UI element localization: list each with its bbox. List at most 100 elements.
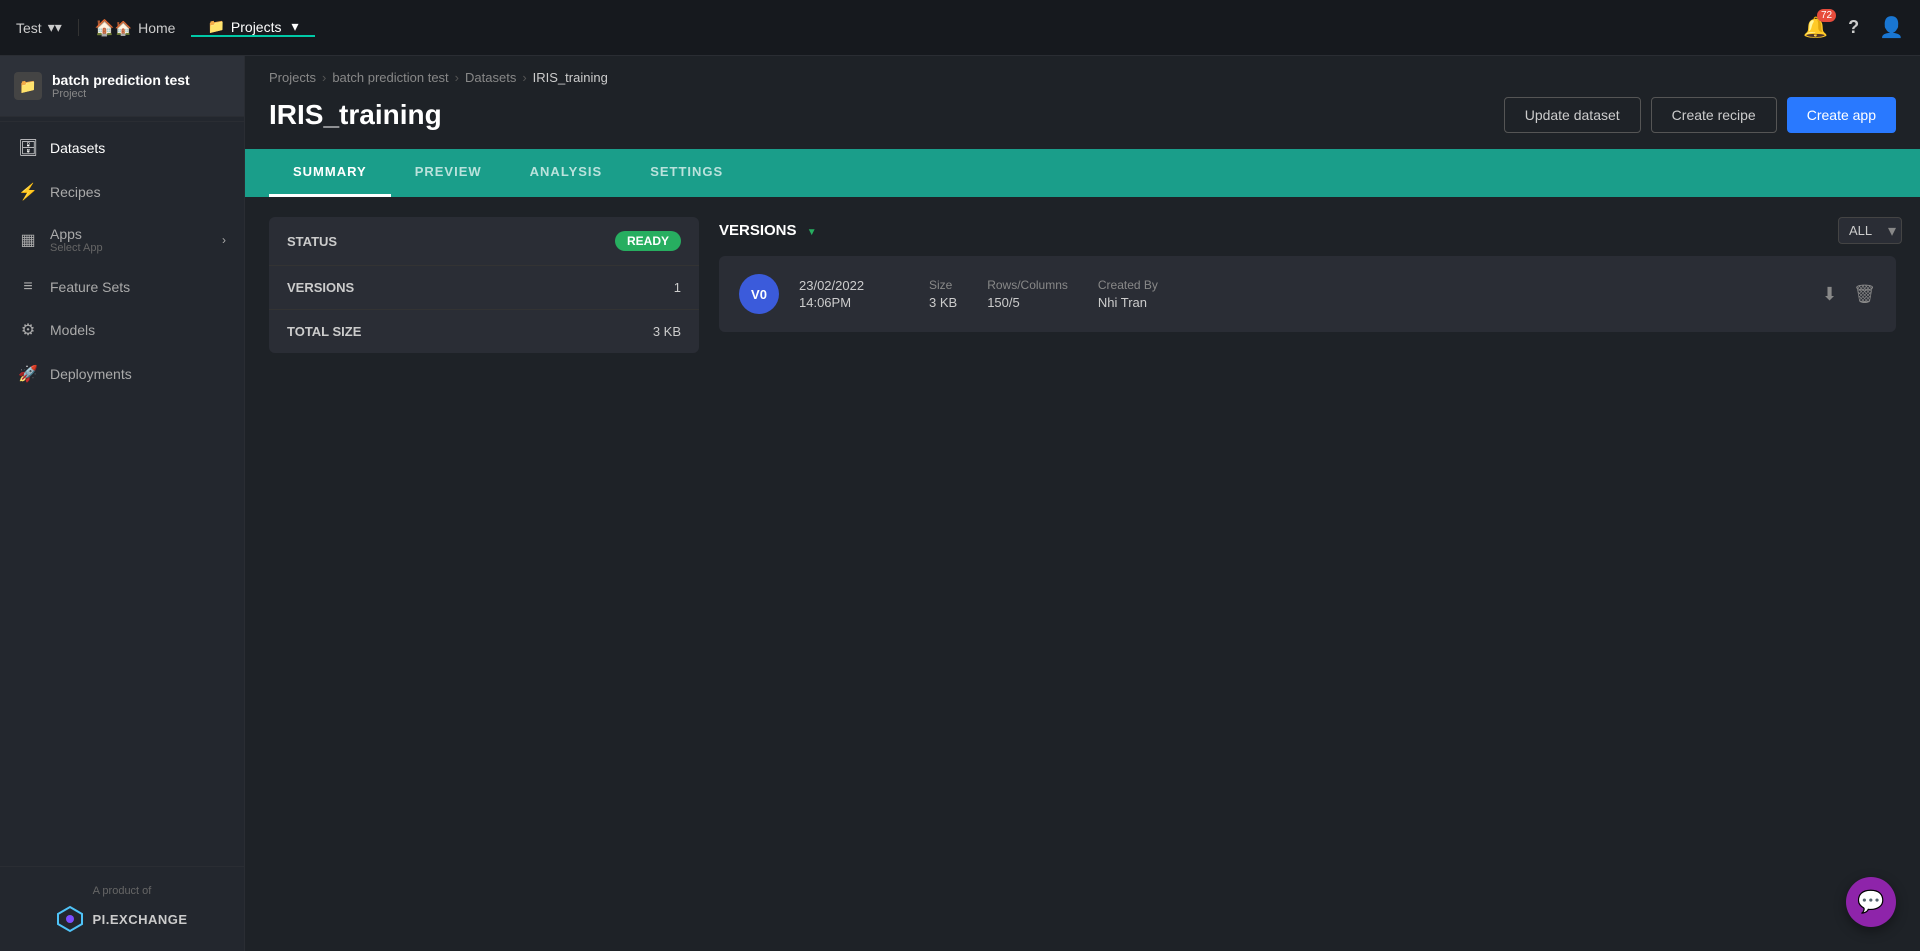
version-date: 23/02/2022 14:06PM bbox=[799, 278, 909, 310]
project-sub: Project bbox=[52, 88, 190, 100]
sidebar-item-models[interactable]: ⚙ Models bbox=[0, 308, 244, 352]
nav-test-dropdown[interactable]: Test ▾ bbox=[16, 19, 79, 36]
breadcrumb-current: IRIS_training bbox=[533, 70, 608, 85]
download-icon: ⬇ bbox=[1822, 284, 1837, 304]
tab-content: STATUS READY VERSIONS 1 TOTAL SIZE 3 KB … bbox=[245, 197, 1920, 373]
notifications-button[interactable]: 🔔 72 bbox=[1803, 15, 1828, 40]
status-label: STATUS bbox=[287, 234, 615, 249]
datasets-icon: 🗄 bbox=[18, 138, 38, 158]
version-rows-cols-label: Rows/Columns bbox=[987, 278, 1068, 292]
question-icon: ? bbox=[1848, 17, 1859, 37]
models-icon: ⚙ bbox=[18, 320, 38, 340]
tab-preview[interactable]: PREVIEW bbox=[391, 149, 506, 197]
tab-settings-label: SETTINGS bbox=[650, 164, 723, 179]
tab-summary-label: SUMMARY bbox=[293, 164, 367, 179]
version-meta: Size 3 KB Rows/Columns 150/5 Created By … bbox=[929, 278, 1802, 310]
version-size-label: Size bbox=[929, 278, 957, 292]
version-size-value: 3 KB bbox=[929, 295, 957, 310]
tab-analysis[interactable]: ANALYSIS bbox=[506, 149, 627, 197]
version-delete-button[interactable]: 🗑 bbox=[1853, 284, 1876, 305]
versions-label: VERSIONS bbox=[287, 280, 674, 295]
help-button[interactable]: ? bbox=[1848, 16, 1859, 39]
breadcrumb-sep-1: › bbox=[322, 70, 326, 85]
home-icon: 🏠 bbox=[95, 18, 132, 38]
version-badge: V0 bbox=[739, 274, 779, 314]
version-download-button[interactable]: ⬇ bbox=[1822, 284, 1837, 305]
version-date-main: 23/02/2022 bbox=[799, 278, 909, 293]
sidebar-item-models-label: Models bbox=[50, 322, 95, 338]
nav-icons: 🔔 72 ? 👤 bbox=[1803, 15, 1904, 40]
sidebar-footer: A product of PI.EXCHANGE bbox=[0, 866, 244, 951]
versions-filter-arrow: ▼ bbox=[807, 227, 817, 238]
version-created-by-item: Created By Nhi Tran bbox=[1098, 278, 1158, 310]
sidebar-item-feature-sets[interactable]: ≡ Feature Sets bbox=[0, 266, 244, 308]
summary-size-row: TOTAL SIZE 3 KB bbox=[269, 310, 699, 353]
sidebar-project[interactable]: 📁 batch prediction test Project bbox=[0, 56, 244, 117]
apps-expand-icon: › bbox=[222, 233, 226, 247]
version-date-time: 14:06PM bbox=[799, 295, 909, 310]
sidebar-item-datasets[interactable]: 🗄 Datasets bbox=[0, 126, 244, 170]
breadcrumb-project-name[interactable]: batch prediction test bbox=[332, 70, 448, 85]
status-badge: READY bbox=[615, 231, 681, 251]
version-created-by-label: Created By bbox=[1098, 278, 1158, 292]
versions-value: 1 bbox=[674, 280, 681, 295]
update-dataset-button[interactable]: Update dataset bbox=[1504, 97, 1641, 133]
sidebar-item-recipes[interactable]: ⚡ Recipes bbox=[0, 170, 244, 214]
version-rows-cols-value: 150/5 bbox=[987, 295, 1068, 310]
versions-filter-select[interactable]: ALL bbox=[1838, 217, 1902, 244]
nav-test-label: Test bbox=[16, 20, 42, 36]
sidebar-item-apps[interactable]: ▦ Apps Select App › bbox=[0, 214, 244, 266]
tabs-bar: SUMMARY PREVIEW ANALYSIS SETTINGS bbox=[245, 149, 1920, 197]
page-title: IRIS_training bbox=[269, 99, 1504, 131]
project-name: batch prediction test bbox=[52, 72, 190, 88]
version-rows-cols-item: Rows/Columns 150/5 bbox=[987, 278, 1068, 310]
main-layout: 📁 batch prediction test Project 🗄 Datase… bbox=[0, 56, 1920, 951]
version-actions: ⬇ 🗑 bbox=[1822, 284, 1876, 305]
main-content: Projects › batch prediction test › Datas… bbox=[245, 56, 1920, 951]
sidebar-logo: PI.EXCHANGE bbox=[18, 905, 226, 933]
sidebar-item-datasets-label: Datasets bbox=[50, 140, 105, 156]
top-nav: Test ▾ 🏠 Home 📁 Projects ▾ 🔔 72 ? 👤 bbox=[0, 0, 1920, 56]
version-size-item: Size 3 KB bbox=[929, 278, 957, 310]
create-recipe-button[interactable]: Create recipe bbox=[1651, 97, 1777, 133]
size-label: TOTAL SIZE bbox=[287, 324, 653, 339]
user-icon: 👤 bbox=[1879, 17, 1904, 39]
chat-icon: 💬 bbox=[1857, 889, 1884, 915]
breadcrumb: Projects › batch prediction test › Datas… bbox=[245, 56, 1920, 93]
user-button[interactable]: 👤 bbox=[1879, 15, 1904, 40]
notification-badge: 72 bbox=[1817, 9, 1836, 22]
tab-analysis-label: ANALYSIS bbox=[530, 164, 603, 179]
project-icon: 📁 bbox=[14, 72, 42, 100]
sidebar-item-apps-label: Apps bbox=[50, 226, 210, 242]
tab-settings[interactable]: SETTINGS bbox=[626, 149, 747, 197]
sidebar-item-recipes-label: Recipes bbox=[50, 184, 101, 200]
versions-title: VERSIONS ▼ bbox=[719, 222, 1838, 239]
versions-filter[interactable]: ALL ▾ bbox=[1838, 217, 1896, 244]
folder-icon: 📁 bbox=[207, 18, 224, 35]
projects-chevron-icon: ▾ bbox=[291, 18, 298, 35]
chat-bubble-button[interactable]: 💬 bbox=[1846, 877, 1896, 927]
apps-icon: ▦ bbox=[18, 230, 38, 250]
tab-summary[interactable]: SUMMARY bbox=[269, 149, 391, 197]
size-value: 3 KB bbox=[653, 324, 681, 339]
apps-sub-label: Select App bbox=[50, 242, 210, 254]
nav-projects-link[interactable]: 📁 Projects ▾ bbox=[191, 18, 314, 37]
sidebar-item-deployments[interactable]: 🚀 Deployments bbox=[0, 352, 244, 396]
feature-sets-icon: ≡ bbox=[18, 278, 38, 296]
page-header: IRIS_training Update dataset Create reci… bbox=[245, 93, 1920, 149]
nav-home-link[interactable]: 🏠 Home bbox=[79, 18, 192, 38]
version-created-by-value: Nhi Tran bbox=[1098, 295, 1158, 310]
breadcrumb-datasets[interactable]: Datasets bbox=[465, 70, 516, 85]
sidebar-divider-1 bbox=[0, 121, 244, 122]
nav-projects-label: Projects bbox=[231, 19, 282, 35]
versions-header: VERSIONS ▼ ALL ▾ bbox=[719, 217, 1896, 244]
breadcrumb-sep-3: › bbox=[522, 70, 526, 85]
create-app-button[interactable]: Create app bbox=[1787, 97, 1896, 133]
version-row: V0 23/02/2022 14:06PM Size 3 KB Rows/Col… bbox=[719, 256, 1896, 332]
recipes-icon: ⚡ bbox=[18, 182, 38, 202]
versions-panel: VERSIONS ▼ ALL ▾ V0 23/02/2022 bbox=[719, 217, 1896, 353]
trash-icon: 🗑 bbox=[1853, 284, 1876, 304]
summary-card: STATUS READY VERSIONS 1 TOTAL SIZE 3 KB bbox=[269, 217, 699, 353]
breadcrumb-projects[interactable]: Projects bbox=[269, 70, 316, 85]
footer-text: A product of bbox=[18, 885, 226, 897]
